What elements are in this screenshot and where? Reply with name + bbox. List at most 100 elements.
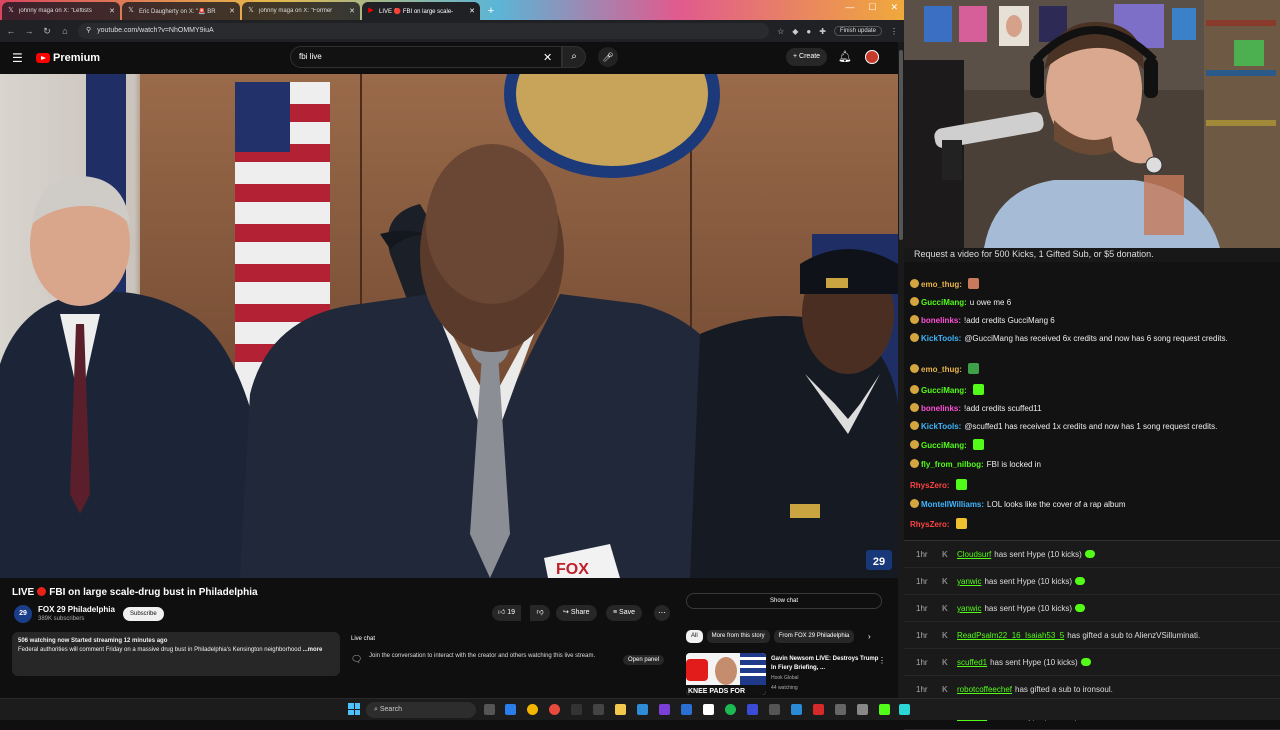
recommended-thumbnail[interactable]: KNEE PADS FOR	[686, 653, 766, 695]
app-icon[interactable]	[703, 704, 714, 715]
puzzle-icon[interactable]: ✚	[819, 27, 826, 36]
chat-username[interactable]: KickTools:	[921, 422, 961, 431]
recommended-title[interactable]: Gavin Newsom LIVE: Destroys Trump In Fie…	[771, 655, 881, 673]
event-username[interactable]: Cloudsurf	[957, 550, 991, 559]
extension-icon[interactable]: ◆	[792, 27, 798, 36]
browser-tab-active[interactable]: ▶ LIVE 🔴 FBI on large scale- ✕	[362, 2, 480, 20]
chip-from-channel[interactable]: From FOX 29 Philadelphia	[773, 630, 855, 643]
search-input[interactable]: fbi live	[290, 46, 562, 68]
chat-username[interactable]: emo_thug:	[921, 365, 962, 374]
chat-username[interactable]: GucciMang:	[921, 441, 967, 450]
chrome-icon[interactable]	[549, 704, 560, 715]
browser-tab[interactable]: 𝕏johnny maga on X: "Leftists ✕	[2, 2, 120, 20]
more-actions-button[interactable]: ⋯	[654, 605, 670, 621]
description-more-link[interactable]: ...more	[303, 647, 323, 653]
user-badge-icon	[910, 315, 919, 324]
taskbar-search[interactable]: ⌕ Search	[366, 702, 476, 718]
search-button[interactable]: ⌕	[562, 46, 586, 68]
chat-username[interactable]: bonelinks:	[921, 404, 961, 413]
hamburger-menu-icon[interactable]: ☰	[12, 51, 26, 65]
recommended-video[interactable]: KNEE PADS FOR Gavin Newsom LIVE: Destroy…	[686, 653, 896, 695]
bookmark-star-icon[interactable]: ☆	[777, 27, 784, 36]
create-button[interactable]: + Create	[786, 48, 828, 66]
youtube-icon: ▶	[368, 7, 374, 14]
chat-username[interactable]: MontellWilliams:	[921, 500, 984, 509]
clear-search-icon[interactable]: ✕	[543, 51, 552, 64]
url-field[interactable]: ⚲ youtube.com/watch?v=NhOMMY9iuA	[78, 23, 770, 39]
recommended-channel[interactable]: Hook Global	[771, 675, 799, 681]
close-icon[interactable]: ✕	[229, 7, 235, 15]
file-explorer-icon[interactable]	[615, 704, 626, 715]
home-icon[interactable]: ⌂	[60, 26, 70, 36]
channel-name[interactable]: FOX 29 Philadelphia	[38, 605, 115, 614]
app-icon[interactable]	[571, 704, 582, 715]
extension-icon[interactable]: ●	[806, 27, 811, 36]
site-info-icon[interactable]: ⚲	[86, 23, 91, 39]
chip-more-from-story[interactable]: More from this story	[706, 630, 770, 643]
app-icon[interactable]	[791, 704, 802, 715]
chat-username[interactable]: fly_from_nilbog:	[921, 460, 984, 469]
open-panel-button[interactable]: Open panel	[623, 655, 665, 665]
event-username[interactable]: ReadPsalm22_16_Isaiah53_5	[957, 631, 1064, 640]
spotify-icon[interactable]	[725, 704, 736, 715]
obs-icon[interactable]	[659, 704, 670, 715]
app-icon[interactable]	[637, 704, 648, 715]
app-icon[interactable]	[681, 704, 692, 715]
browser-tab[interactable]: 𝕏 Eric Daugherty on X: "🚨 BR ✕	[122, 2, 240, 20]
chevron-right-icon[interactable]: ›	[868, 632, 871, 641]
finish-update-button[interactable]: Finish update	[833, 26, 882, 36]
description-box[interactable]: 506 watching now Started streaming 12 mi…	[12, 632, 340, 676]
new-tab-button[interactable]: +	[484, 4, 498, 18]
close-icon[interactable]: ✕	[349, 7, 355, 15]
chrome-icon[interactable]	[527, 704, 538, 715]
app-icon[interactable]	[593, 704, 604, 715]
chat-username[interactable]: GucciMang:	[921, 386, 967, 395]
voice-search-button[interactable]: 🎤︎	[598, 47, 618, 67]
like-button[interactable]: 👍︎ 19	[492, 605, 522, 621]
notifications-bell-icon[interactable]: 🔔︎	[838, 50, 852, 63]
back-icon[interactable]: ←	[6, 26, 16, 36]
event-username[interactable]: scuffed1	[957, 658, 987, 667]
app-icon[interactable]	[899, 704, 910, 715]
dislike-button[interactable]: 👎︎	[530, 605, 550, 621]
youtube-logo[interactable]: Premium	[36, 52, 100, 64]
chat-username[interactable]: emo_thug:	[921, 280, 962, 289]
app-icon[interactable]	[835, 704, 846, 715]
show-chat-button[interactable]: Show chat	[686, 593, 882, 609]
channel-avatar[interactable]: 29	[14, 605, 32, 623]
chat-username[interactable]: RhysZero:	[910, 481, 950, 490]
maximize-icon[interactable]: ☐	[868, 2, 876, 13]
chat-username[interactable]: RhysZero:	[910, 520, 950, 529]
minimize-icon[interactable]: —	[845, 2, 854, 13]
chip-all[interactable]: All	[686, 630, 703, 643]
event-username[interactable]: yanwic	[957, 604, 981, 613]
task-view-icon[interactable]	[484, 704, 495, 715]
chat-username[interactable]: bonelinks:	[921, 316, 961, 325]
kebab-menu-icon[interactable]: ⋮	[878, 656, 886, 665]
app-icon[interactable]	[769, 704, 780, 715]
edge-icon[interactable]	[505, 704, 516, 715]
browser-tab[interactable]: 𝕏johnny maga on X: "Former ✕	[242, 2, 360, 20]
windows-start-icon[interactable]	[348, 703, 360, 715]
event-username[interactable]: robotcoffeechef	[957, 685, 1012, 694]
app-icon[interactable]	[857, 704, 868, 715]
event-text: has sent Hype (10 kicks)	[994, 550, 1082, 559]
account-avatar[interactable]	[865, 50, 879, 64]
subscribe-button[interactable]: Subscribe	[123, 607, 164, 621]
chat-username[interactable]: GucciMang:	[921, 298, 967, 307]
close-icon[interactable]: ✕	[109, 7, 115, 15]
save-button[interactable]: ≡ Save	[606, 605, 643, 621]
close-window-icon[interactable]: ✕	[890, 2, 898, 13]
chat-username[interactable]: KickTools:	[921, 334, 961, 343]
reload-icon[interactable]: ↻	[42, 26, 52, 37]
app-icon[interactable]	[813, 704, 824, 715]
share-button[interactable]: ↪ Share	[556, 605, 597, 621]
close-icon[interactable]: ✕	[469, 7, 475, 15]
kick-icon[interactable]	[879, 704, 890, 715]
kebab-menu-icon[interactable]: ⋮	[890, 27, 898, 36]
video-player[interactable]: FOX 29	[0, 74, 898, 578]
forward-icon[interactable]: →	[24, 26, 34, 36]
scrollbar-thumb[interactable]	[899, 50, 903, 240]
event-username[interactable]: yanwic	[957, 577, 981, 586]
app-icon[interactable]	[747, 704, 758, 715]
